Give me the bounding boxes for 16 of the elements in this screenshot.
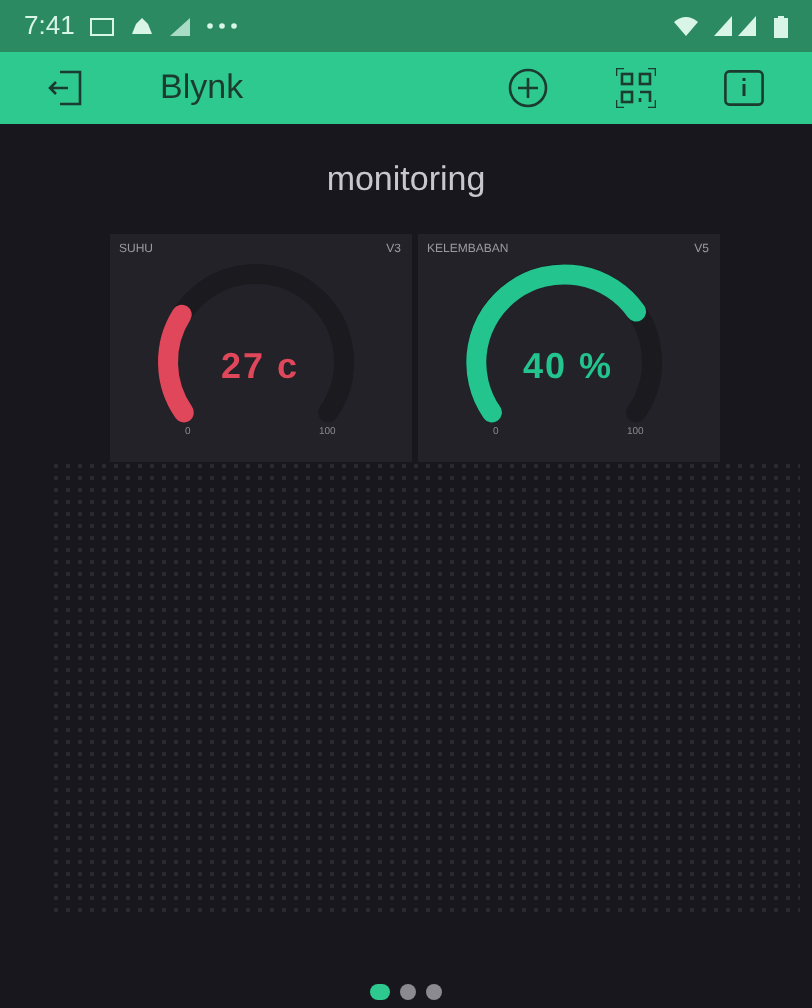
gauge-value: 27 c	[218, 343, 302, 389]
qr-code-icon[interactable]	[616, 68, 656, 108]
wifi-icon	[674, 16, 698, 36]
message-icon	[90, 17, 115, 35]
project-title: monitoring	[326, 158, 486, 202]
info-icon[interactable]	[724, 70, 764, 106]
more-icon	[206, 22, 239, 30]
status-time: 7:41	[24, 8, 75, 45]
signal-icon	[714, 16, 758, 36]
gauge-value: 40 %	[520, 343, 616, 389]
battery-icon	[774, 15, 788, 37]
cloud-icon	[130, 18, 155, 34]
add-icon[interactable]	[508, 68, 548, 108]
signal-icon	[170, 17, 191, 35]
app-title: Blynk	[160, 66, 244, 111]
logout-icon[interactable]	[48, 70, 84, 106]
